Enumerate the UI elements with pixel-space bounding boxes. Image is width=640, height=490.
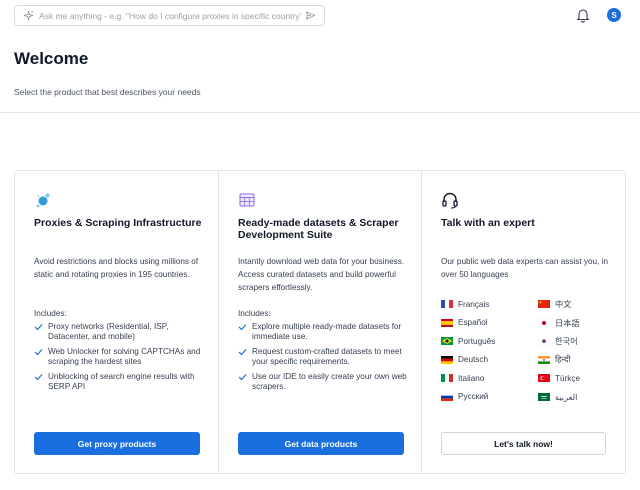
turkey-flag-icon: [538, 374, 550, 382]
feature-list: Explore multiple ready-made datasets for…: [238, 322, 408, 397]
get-data-products-button[interactable]: Get data products: [238, 432, 404, 455]
feature-text: Explore multiple ready-made datasets for…: [252, 322, 402, 341]
language-japanese[interactable]: 日本語: [538, 317, 611, 329]
language-french[interactable]: Français: [441, 298, 538, 310]
language-label: 한국어: [555, 337, 578, 346]
language-label: Türkçe: [555, 373, 581, 383]
language-label: 日本語: [555, 318, 580, 328]
language-korean[interactable]: 한국어: [538, 335, 611, 347]
language-italian[interactable]: Italiano: [441, 372, 538, 384]
germany-flag-icon: [441, 355, 453, 364]
language-label: Español: [458, 318, 488, 327]
language-turkish[interactable]: Türkçe: [538, 372, 611, 384]
italy-flag-icon: [441, 374, 453, 382]
card-description: Avoid restrictions and blocks using mill…: [34, 257, 199, 279]
avatar[interactable]: S: [607, 8, 621, 22]
language-label: Deutsch: [458, 355, 489, 364]
feature-text: Use our IDE to easily create your own we…: [252, 372, 407, 391]
france-flag-icon: [441, 300, 453, 308]
lets-talk-button[interactable]: Let's talk now!: [441, 432, 606, 455]
proxy-network-icon: [34, 191, 52, 209]
dataset-table-icon: [238, 191, 256, 209]
language-label: Français: [458, 299, 490, 309]
language-german[interactable]: Deutsch: [441, 354, 538, 366]
search-input[interactable]: [39, 10, 301, 21]
top-bar: S: [0, 0, 640, 32]
card-description: Intantly download web data for your busi…: [238, 257, 405, 292]
page-title: Welcome: [14, 49, 89, 68]
language-label: हिन्दी: [555, 355, 571, 364]
card-title: Proxies & Scraping Infrastructure: [34, 217, 202, 229]
feature-item: Proxy networks (Residential, ISP, Datace…: [34, 322, 204, 342]
language-label: Русский: [458, 392, 489, 401]
product-cards: Proxies & Scraping Infrastructure Avoid …: [14, 170, 626, 474]
feature-item: Request custom-crafted datasets to meet …: [238, 347, 408, 367]
feature-text: Web Unlocker for solving CAPTCHAs and sc…: [48, 347, 201, 366]
check-icon: [238, 374, 247, 381]
language-arabic[interactable]: العربية: [538, 391, 611, 403]
language-portuguese[interactable]: Português: [441, 335, 538, 347]
india-flag-icon: [538, 355, 550, 364]
check-icon: [34, 349, 43, 356]
card-expert: Talk with an expert Our public web data …: [422, 171, 625, 473]
language-russian[interactable]: Русский: [441, 391, 538, 403]
feature-item: Explore multiple ready-made datasets for…: [238, 322, 408, 342]
card-datasets: Ready-made datasets & Scraper Developmen…: [219, 171, 422, 473]
saudi-flag-icon: [538, 392, 550, 401]
check-icon: [34, 324, 43, 331]
feature-text: Proxy networks (Residential, ISP, Datace…: [48, 322, 169, 341]
feature-item: Use our IDE to easily create your own we…: [238, 372, 408, 392]
send-icon[interactable]: [304, 10, 316, 22]
feature-text: Request custom-crafted datasets to meet …: [252, 347, 402, 366]
bell-icon[interactable]: [576, 7, 590, 23]
china-flag-icon: [538, 300, 550, 308]
language-label: Português: [458, 336, 496, 346]
feature-text: Unblocking of search engine results with…: [48, 372, 195, 391]
card-title: Talk with an expert: [441, 217, 535, 229]
japan-flag-icon: [538, 318, 550, 327]
feature-item: Unblocking of search engine results with…: [34, 372, 204, 392]
card-proxies: Proxies & Scraping Infrastructure Avoid …: [15, 171, 219, 473]
get-proxy-products-button[interactable]: Get proxy products: [34, 432, 200, 455]
check-icon: [238, 349, 247, 356]
language-list: Français 中文 Español 日本語 Português 한국어 De…: [441, 298, 611, 403]
includes-label: Includes:: [238, 309, 271, 318]
feature-list: Proxy networks (Residential, ISP, Datace…: [34, 322, 204, 397]
check-icon: [34, 374, 43, 381]
sparkle-icon: [22, 10, 34, 22]
spain-flag-icon: [441, 318, 453, 327]
includes-label: Includes:: [34, 309, 67, 318]
page-subtitle: Select the product that best describes y…: [14, 87, 201, 97]
language-label: Italiano: [458, 373, 485, 383]
headset-icon: [441, 191, 459, 209]
russia-flag-icon: [441, 392, 453, 401]
feature-item: Web Unlocker for solving CAPTCHAs and sc…: [34, 347, 204, 367]
language-chinese[interactable]: 中文: [538, 298, 611, 310]
brazil-flag-icon: [441, 337, 453, 345]
language-spanish[interactable]: Español: [441, 317, 538, 329]
header-divider: [0, 112, 640, 113]
language-hindi[interactable]: हिन्दी: [538, 354, 611, 366]
card-description: Our public web data experts can assist y…: [441, 257, 609, 279]
language-label: العربية: [555, 392, 578, 402]
search-box[interactable]: [14, 5, 325, 26]
card-title: Ready-made datasets & Scraper Developmen…: [238, 217, 399, 241]
language-label: 中文: [555, 300, 572, 309]
check-icon: [238, 324, 247, 331]
korea-flag-icon: [538, 337, 550, 345]
